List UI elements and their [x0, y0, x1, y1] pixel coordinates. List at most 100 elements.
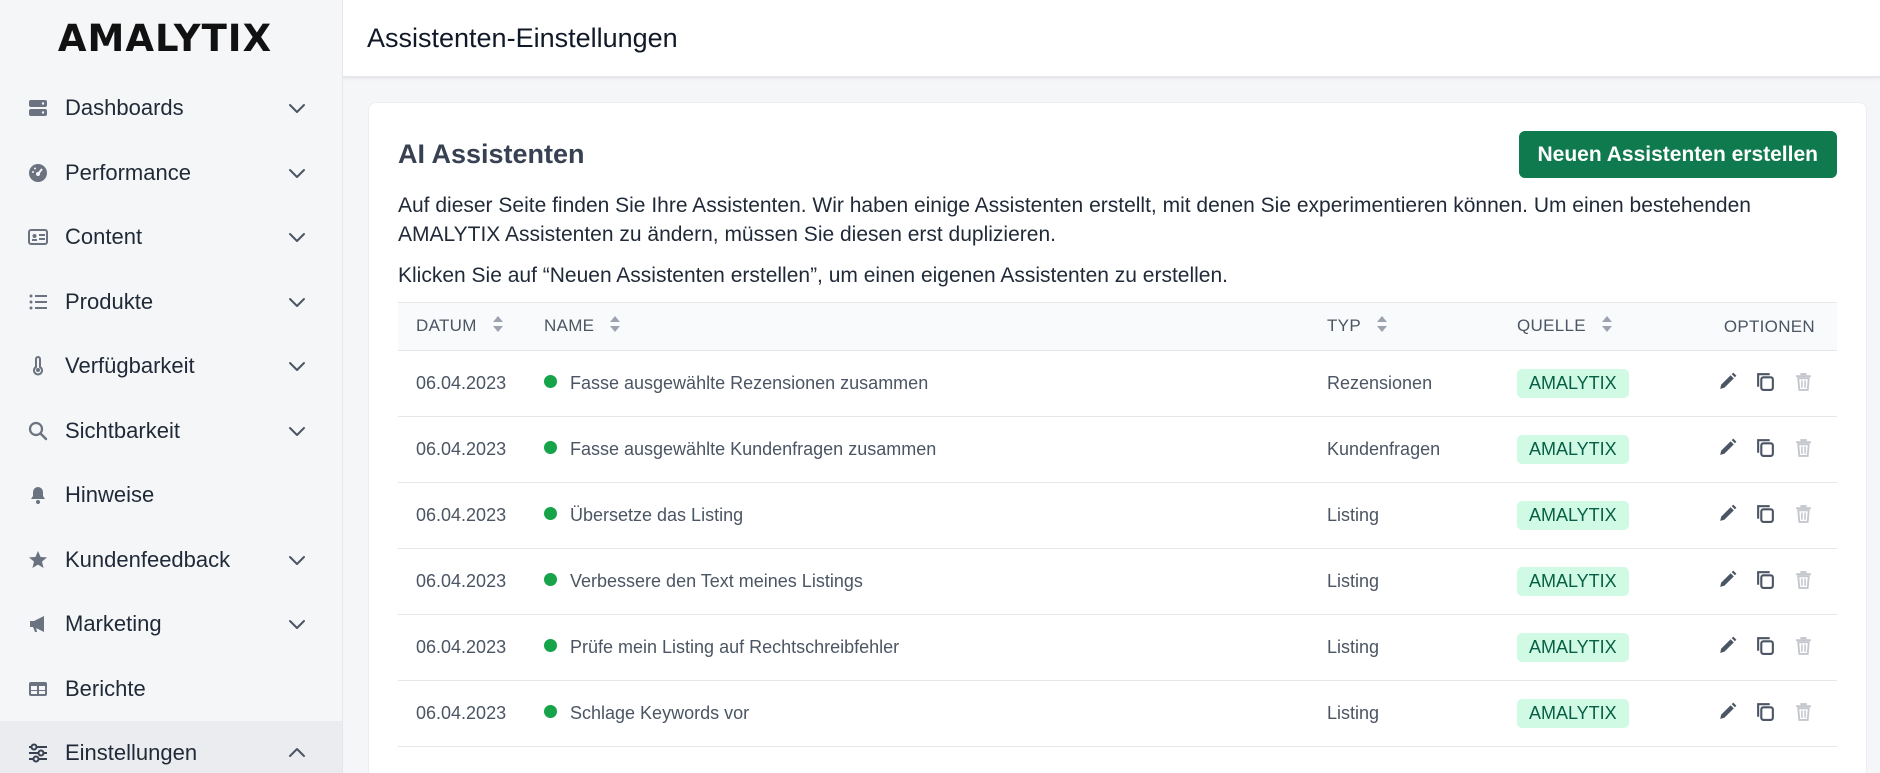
row-options [1687, 416, 1837, 483]
column-date-label: DATUM [416, 315, 477, 335]
edit-icon[interactable] [1715, 370, 1739, 394]
trash-icon[interactable] [1791, 634, 1815, 658]
status-dot [544, 441, 557, 454]
sort-icon[interactable] [492, 315, 504, 338]
row-date: 06.04.2023 [398, 680, 544, 747]
duplicate-icon[interactable] [1753, 568, 1777, 592]
sidebar-item-label: Dashboards [65, 95, 184, 121]
sort-icon[interactable] [1376, 315, 1388, 338]
sidebar-item-kundenfeedback[interactable]: Kundenfeedback [0, 528, 342, 593]
sidebar-item-sichtbarkeit[interactable]: Sichtbarkeit [0, 399, 342, 464]
chevron-down-icon[interactable] [286, 291, 308, 313]
chevron-down-icon[interactable] [286, 420, 308, 442]
edit-icon[interactable] [1715, 502, 1739, 526]
sidebar-item-label: Sichtbarkeit [65, 417, 180, 443]
column-header-source[interactable]: QUELLE [1517, 302, 1687, 351]
sidebar-item-label: Verfügbarkeit [65, 353, 195, 379]
table-row: 06.04.2023 Fasse ausgewählte Rezensionen … [398, 350, 1837, 417]
column-type-label: TYP [1327, 315, 1361, 335]
edit-icon[interactable] [1715, 700, 1739, 724]
source-badge: AMALYTIX [1517, 699, 1629, 728]
sliders-icon [26, 741, 50, 765]
chevron-down-icon[interactable] [286, 97, 308, 119]
app-root: AMALYTIX Dashboards Performance Content Pro… [0, 0, 1880, 773]
trash-icon[interactable] [1791, 568, 1815, 592]
logo[interactable]: AMALYTIX [0, 0, 342, 76]
source-badge: AMALYTIX [1517, 369, 1629, 398]
trash-icon[interactable] [1791, 700, 1815, 724]
sidebar-item-label: Produkte [65, 288, 154, 314]
chevron-up-icon[interactable] [286, 742, 308, 764]
column-header-date[interactable]: DATUM [398, 302, 544, 351]
row-type: Listing [1327, 614, 1517, 681]
id-card-icon [26, 225, 50, 249]
row-type: Kundenfragen [1327, 416, 1517, 483]
sort-icon[interactable] [609, 315, 621, 338]
duplicate-icon[interactable] [1753, 634, 1777, 658]
new-assistant-button[interactable]: Neuen Assistenten erstellen [1518, 131, 1837, 178]
gauge-icon [26, 161, 50, 185]
table-row: 06.04.2023 Prüfe mein Listing auf Rechtsc… [398, 614, 1837, 681]
bell-icon [26, 483, 50, 507]
trash-icon[interactable] [1791, 502, 1815, 526]
table-row: 06.04.2023 Verbessere den Text meines Lis… [398, 548, 1837, 615]
table-row: 06.04.2023 Schlage Keywords vor Listing AMA… [398, 680, 1837, 747]
chevron-down-icon[interactable] [286, 613, 308, 635]
sidebar: AMALYTIX Dashboards Performance Content Pro… [0, 0, 343, 773]
row-name: Übersetze das Listing [570, 505, 744, 525]
duplicate-icon[interactable] [1753, 700, 1777, 724]
table-body: 06.04.2023 Fasse ausgewählte Rezensionen … [398, 350, 1837, 747]
source-badge: AMALYTIX [1517, 501, 1629, 530]
card-header: AI Assistenten Neuen Assistenten erstell… [398, 131, 1837, 178]
sort-icon[interactable] [1601, 315, 1613, 338]
status-dot [544, 507, 557, 520]
chevron-down-icon[interactable] [286, 549, 308, 571]
sidebar-item-produkte[interactable]: Produkte [0, 270, 342, 335]
edit-icon[interactable] [1715, 436, 1739, 460]
row-source-cell: AMALYTIX [1517, 614, 1687, 681]
page-title: Assistenten-Einstellungen [367, 22, 678, 53]
trash-icon[interactable] [1791, 436, 1815, 460]
sidebar-item-hinweise[interactable]: Hinweise [0, 463, 342, 528]
star-icon [26, 548, 50, 572]
sidebar-item-einstellungen[interactable]: Einstellungen [0, 721, 342, 773]
sidebar-item-label: Content [65, 224, 143, 250]
list-icon [26, 290, 50, 314]
column-name-label: NAME [544, 315, 595, 335]
duplicate-icon[interactable] [1753, 502, 1777, 526]
row-options [1687, 482, 1837, 549]
sidebar-item-berichte[interactable]: Berichte [0, 657, 342, 722]
sidebar-item-label: Hinweise [65, 482, 155, 508]
row-date: 06.04.2023 [398, 350, 544, 417]
row-options [1687, 614, 1837, 681]
sidebar-item-content[interactable]: Content [0, 205, 342, 270]
duplicate-icon[interactable] [1753, 370, 1777, 394]
duplicate-icon[interactable] [1753, 436, 1777, 460]
card-description: Auf dieser Seite finden Sie Ihre Assiste… [398, 194, 1751, 246]
column-header-name[interactable]: NAME [544, 302, 1327, 351]
row-options [1687, 350, 1837, 417]
chevron-down-icon[interactable] [286, 355, 308, 377]
row-date: 06.04.2023 [398, 614, 544, 681]
edit-icon[interactable] [1715, 634, 1739, 658]
source-badge: AMALYTIX [1517, 435, 1629, 464]
row-name: Fasse ausgewählte Kundenfragen zusammen [570, 439, 937, 459]
chevron-down-icon[interactable] [286, 162, 308, 184]
edit-icon[interactable] [1715, 568, 1739, 592]
chevron-down-icon[interactable] [286, 226, 308, 248]
sidebar-item-verfügbarkeit[interactable]: Verfügbarkeit [0, 334, 342, 399]
table-icon [26, 677, 50, 701]
top-bar: Assistenten-Einstellungen [343, 0, 1880, 78]
sidebar-item-label: Berichte [65, 675, 146, 701]
column-header-type[interactable]: TYP [1327, 302, 1517, 351]
sidebar-nav: Dashboards Performance Content Produkte Verf… [0, 76, 342, 773]
row-name: Prüfe mein Listing auf Rechtschreibfehle… [570, 637, 900, 657]
sidebar-item-marketing[interactable]: Marketing [0, 592, 342, 657]
row-name-cell: Fasse ausgewählte Rezensionen zusammen [544, 350, 1327, 417]
column-options-label: OPTIONEN [1723, 316, 1815, 336]
server-icon [26, 96, 50, 120]
sidebar-item-performance[interactable]: Performance [0, 141, 342, 206]
trash-icon[interactable] [1791, 370, 1815, 394]
sidebar-item-dashboards[interactable]: Dashboards [0, 76, 342, 141]
megaphone-icon [26, 612, 50, 636]
